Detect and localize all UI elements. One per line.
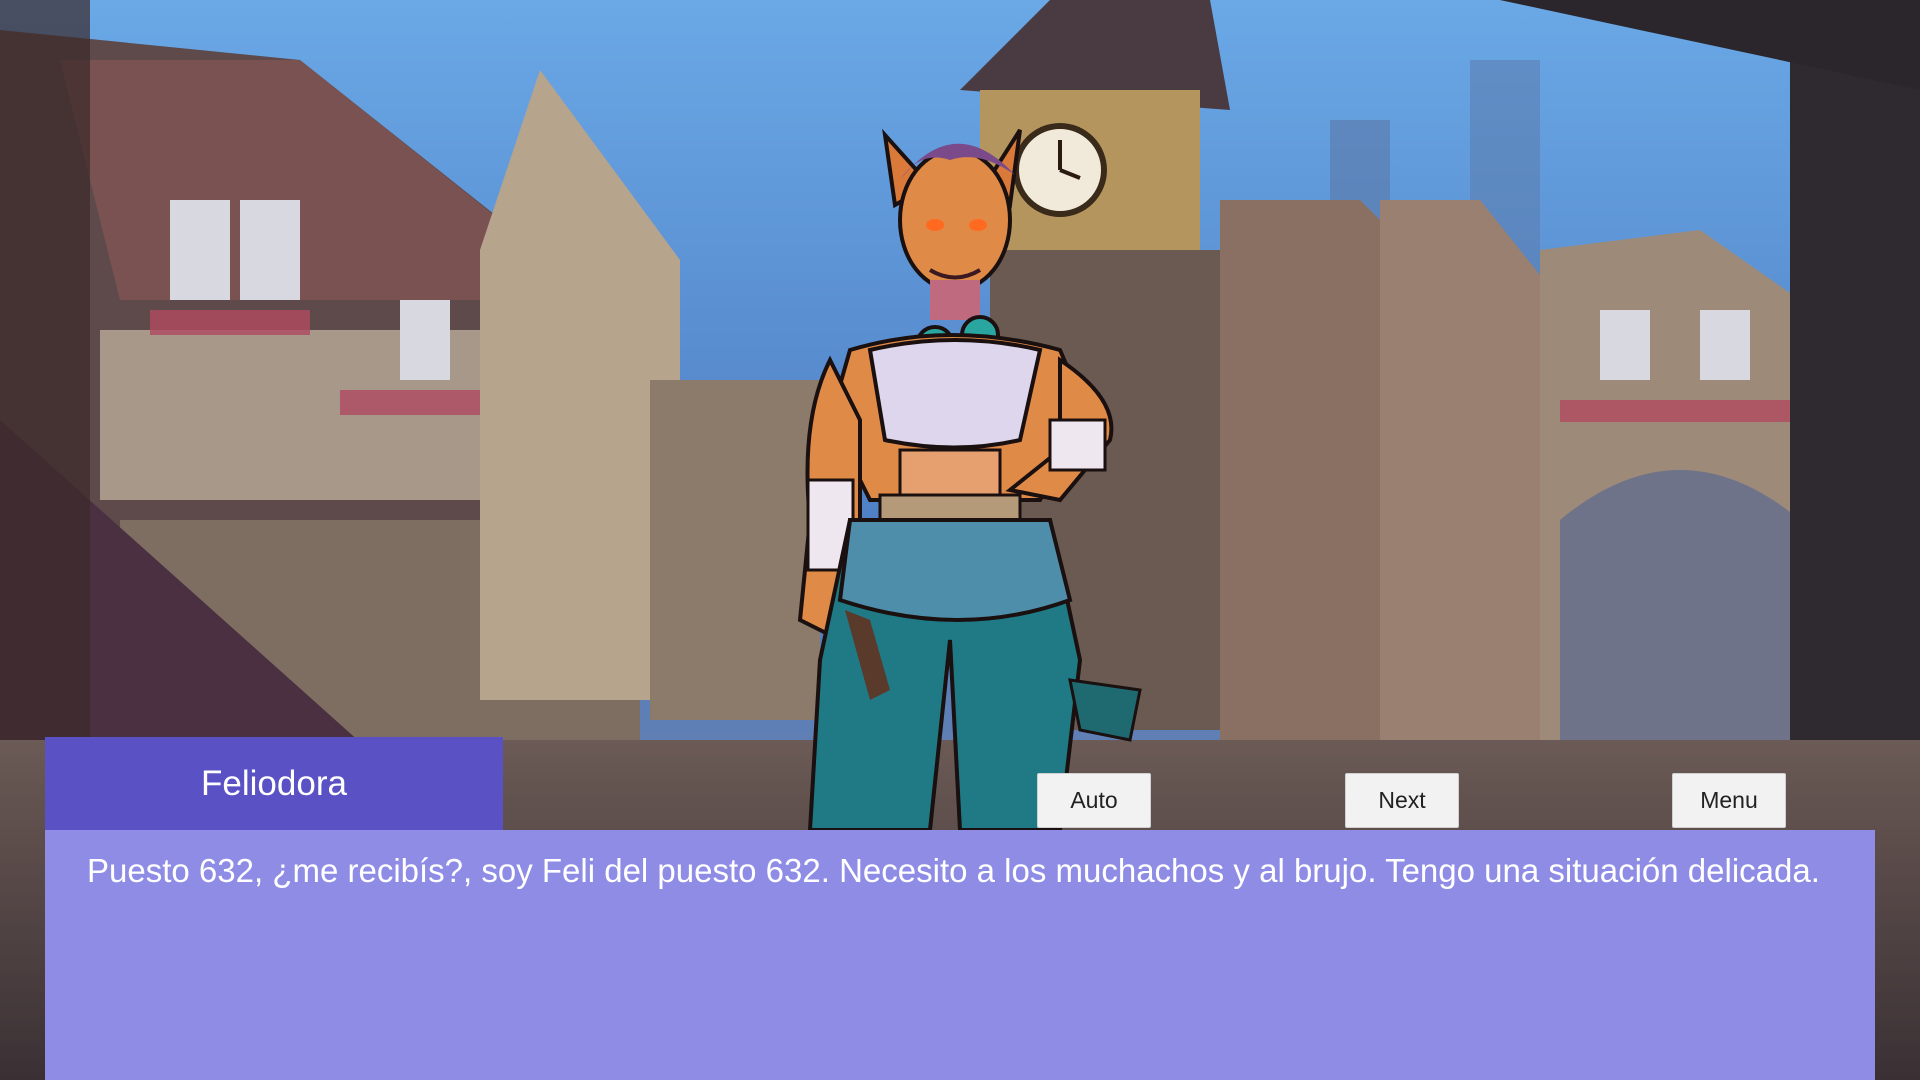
dialogue-text: Puesto 632, ¿me recibís?, soy Feli del p…: [87, 852, 1820, 889]
speaker-name: Feliodora: [201, 763, 347, 803]
speaker-name-box: Feliodora: [45, 737, 503, 830]
game-stage: Feliodora Auto Next Menu Puesto 632, ¿me…: [0, 0, 1920, 1080]
dialogue-box[interactable]: Puesto 632, ¿me recibís?, soy Feli del p…: [45, 830, 1875, 1080]
next-button[interactable]: Next: [1345, 773, 1459, 828]
auto-button[interactable]: Auto: [1037, 773, 1151, 828]
menu-button[interactable]: Menu: [1672, 773, 1786, 828]
